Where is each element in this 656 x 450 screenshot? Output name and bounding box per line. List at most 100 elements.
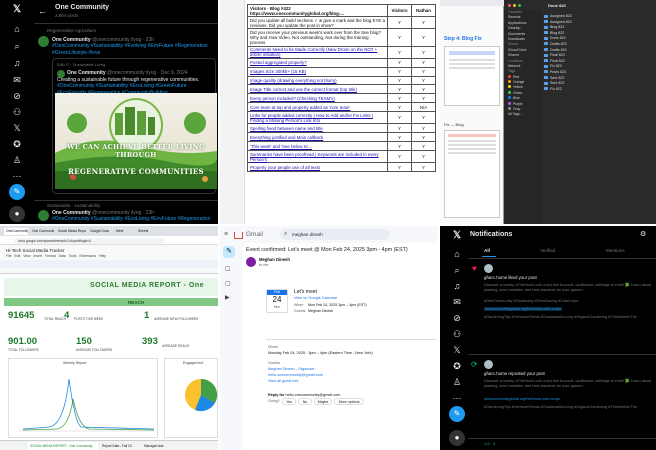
sender-avatar[interactable] bbox=[246, 257, 256, 267]
menu-extensions[interactable]: Extensions bbox=[80, 254, 97, 258]
sheet-tab[interactable]: Report Data - Fall 23 bbox=[100, 442, 140, 450]
menu-icon[interactable]: ≡ bbox=[224, 231, 228, 238]
recipient-line[interactable]: to me bbox=[259, 263, 269, 267]
community-banner-image[interactable]: WE CAN ACHIEVE BETTER LIVING THROUGH REG… bbox=[55, 93, 217, 189]
verified-icon[interactable]: ✪ bbox=[450, 360, 464, 372]
verified-icon[interactable]: ✪ bbox=[10, 138, 24, 150]
rsvp-more-options-button[interactable]: More options bbox=[334, 398, 364, 405]
communities-icon[interactable]: ⚇ bbox=[450, 328, 464, 340]
liked-post-link[interactable]: onecommunityglobal.org/heirloom-cole-cro… bbox=[484, 307, 562, 311]
premium-icon[interactable]: 𝕏 bbox=[10, 122, 24, 134]
grok-slash-icon[interactable]: ⊘ bbox=[450, 312, 464, 324]
post-1[interactable]: One Community @onecommunity ilyog · 23h … bbox=[52, 37, 216, 56]
post-compose-icon[interactable]: ✎ bbox=[449, 406, 465, 422]
liker-avatar[interactable] bbox=[484, 264, 493, 273]
row-task-link[interactable]: Comments Need to be Made Correctly (New … bbox=[247, 45, 388, 59]
row-task-link[interactable]: Every person included? (Checking TEAM's) bbox=[247, 93, 388, 104]
row-task-link[interactable]: Summaries have been proofread | Keywords… bbox=[247, 149, 388, 164]
sheet-title[interactable]: Hi-Tech Social Media Tracker bbox=[6, 248, 65, 253]
menu-view[interactable]: View bbox=[23, 254, 30, 258]
compose-icon[interactable]: ✎ bbox=[223, 246, 235, 258]
zoom-button-icon[interactable] bbox=[518, 4, 521, 7]
profile-icon[interactable]: ♙ bbox=[10, 154, 24, 166]
sender-name[interactable]: Meghan Dinesh bbox=[259, 257, 290, 262]
calendar-link[interactable]: View on Google Calendar bbox=[294, 296, 337, 300]
mail-icon[interactable]: ✉ bbox=[10, 74, 24, 86]
weekly-report-chart[interactable]: Weekly Report bbox=[8, 358, 158, 438]
menu-data[interactable]: Data bbox=[59, 254, 66, 258]
row-task-link[interactable]: Posted aggregated properly? bbox=[247, 57, 388, 68]
premium-icon[interactable]: 𝕏 bbox=[450, 344, 464, 356]
row-task-link[interactable]: Image quality (drawing everything not bl… bbox=[247, 75, 388, 86]
notification-like[interactable]: ♥ gharc.home liked your post Discover a … bbox=[468, 260, 656, 352]
menu-format[interactable]: Format bbox=[45, 254, 56, 258]
meet-icon[interactable]: ▶ bbox=[225, 294, 230, 301]
sheet-tab[interactable]: Managed Ads bbox=[142, 442, 172, 450]
row-task-link[interactable]: Image Title correct and use the correct … bbox=[247, 84, 388, 95]
row-task-link[interactable]: Property your people use of all texts bbox=[247, 162, 388, 173]
back-arrow-icon[interactable]: ← bbox=[38, 6, 47, 16]
browser-tab[interactable]: Sheets bbox=[136, 228, 156, 235]
tab-verified[interactable]: Verified bbox=[540, 248, 555, 253]
row-task-link[interactable]: Core team at top and property added as '… bbox=[247, 102, 388, 113]
more-icon[interactable]: ⋯ bbox=[450, 392, 464, 404]
search-bar[interactable]: ⌕ meghan dinesh bbox=[280, 229, 390, 240]
post-compose-icon[interactable]: ✎ bbox=[9, 184, 25, 200]
account-avatar[interactable]: ● bbox=[9, 206, 25, 222]
guest-organizer[interactable]: Meghan Dinesh - Organizer bbox=[268, 367, 315, 371]
communities-icon[interactable]: ⚇ bbox=[10, 106, 24, 118]
browser-tab[interactable]: Google Docs bbox=[88, 228, 112, 235]
menu-edit[interactable]: Edit bbox=[14, 254, 20, 258]
row-task-link[interactable]: Everything justified and Main callback bbox=[247, 132, 388, 143]
rsvp-yes-button[interactable]: Yes bbox=[282, 398, 296, 405]
search-icon[interactable]: ⌕ bbox=[450, 264, 464, 276]
reposter-avatar[interactable] bbox=[484, 360, 493, 369]
tab-mentions[interactable]: Mentions bbox=[606, 248, 625, 253]
notification-repost[interactable]: ⟳ gharc.home reposted your post Discover… bbox=[468, 356, 656, 436]
minimize-button-icon[interactable] bbox=[513, 4, 516, 7]
home-icon[interactable]: ⌂ bbox=[10, 23, 24, 35]
sheet-tab-active[interactable]: SOCIAL MEDIA REPORT - One Community bbox=[28, 442, 98, 450]
row-task-link[interactable]: Images Size 300kb+ (15 KB) bbox=[247, 66, 388, 77]
x-logo-icon[interactable]: 𝕏 bbox=[10, 4, 24, 16]
view-guest-info-link[interactable]: View all guest info bbox=[268, 379, 299, 383]
post-2-avatar[interactable] bbox=[38, 210, 49, 221]
list-item[interactable]: Fix 822 bbox=[544, 87, 656, 93]
browser-tab[interactable]: One Community bbox=[30, 228, 54, 235]
post-avatar[interactable] bbox=[38, 36, 49, 47]
browser-tab[interactable]: Meet bbox=[114, 228, 134, 235]
profile-icon[interactable]: ♙ bbox=[450, 376, 464, 388]
search-input[interactable]: meghan dinesh bbox=[292, 232, 323, 237]
browser-tab[interactable]: Social Media Report bbox=[56, 228, 86, 235]
settings-gear-icon[interactable]: ⚙ bbox=[640, 230, 646, 238]
menu-insert[interactable]: Insert bbox=[33, 254, 41, 258]
chat-icon[interactable]: ▢ bbox=[225, 280, 231, 287]
mail-icon[interactable]: ✉ bbox=[450, 296, 464, 308]
browser-tab[interactable]: OneCommunity bbox=[4, 228, 28, 235]
more-icon[interactable]: ⋯ bbox=[10, 170, 24, 182]
home-icon[interactable]: ⌂ bbox=[450, 248, 464, 260]
row-task-link[interactable]: Spelling fixed between name and title bbox=[247, 123, 388, 134]
post-2[interactable]: One Community @onecommunity ilyog · 23h … bbox=[52, 210, 216, 223]
url-input[interactable]: docs.google.com/spreadsheets/d/1xAq/edit… bbox=[14, 237, 164, 244]
inbox-icon[interactable]: ☐ bbox=[225, 266, 230, 273]
tab-all[interactable]: All bbox=[484, 248, 490, 253]
guest-email[interactable]: hello.onecommunity@gmail.com bbox=[268, 373, 323, 377]
menu-help[interactable]: Help bbox=[99, 254, 106, 258]
sidebar-item-all-tags[interactable]: All Tags... bbox=[504, 112, 542, 117]
menu-tools[interactable]: Tools bbox=[69, 254, 77, 258]
bell-icon[interactable]: ♫ bbox=[450, 280, 464, 292]
x-logo-icon[interactable]: 𝕏 bbox=[450, 230, 464, 242]
row-task-link[interactable]: 'This week' and 'See below to'... bbox=[247, 141, 388, 151]
grok-slash-icon[interactable]: ⊘ bbox=[10, 90, 24, 102]
reposted-post-link[interactable]: onecommunityglobal.org/heirloom-cole-cro… bbox=[484, 397, 560, 401]
rsvp-no-button[interactable]: No bbox=[298, 398, 312, 405]
menu-file[interactable]: File bbox=[6, 254, 11, 258]
row-task-link[interactable]: Links for people added correctly | How t… bbox=[247, 111, 388, 125]
rsvp-maybe-button[interactable]: Maybe bbox=[314, 398, 332, 405]
account-avatar[interactable]: ● bbox=[449, 430, 465, 446]
close-button-icon[interactable] bbox=[508, 4, 511, 7]
engagement-pie-chart[interactable]: Engagement bbox=[164, 358, 218, 438]
bell-icon[interactable]: ♫ bbox=[10, 57, 24, 69]
search-icon[interactable]: ⌕ bbox=[10, 40, 24, 52]
